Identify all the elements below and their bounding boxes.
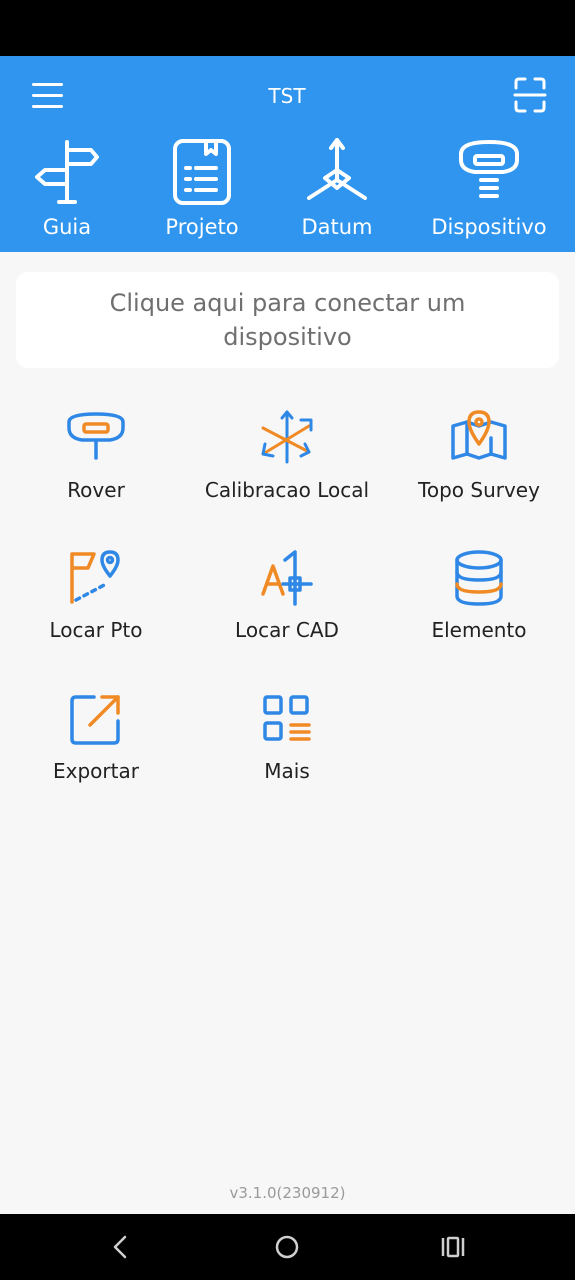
recents-icon xyxy=(441,1236,465,1258)
scan-icon xyxy=(513,77,547,113)
tile-topo-survey-label: Topo Survey xyxy=(418,478,540,502)
top-nav-projeto-label: Projeto xyxy=(165,215,239,239)
tile-rover-label: Rover xyxy=(67,478,125,502)
tile-exportar-label: Exportar xyxy=(53,759,139,783)
status-bar xyxy=(0,0,575,56)
tile-locar-pto-label: Locar Pto xyxy=(49,618,143,642)
map-pin-icon xyxy=(451,410,507,460)
top-nav-guia[interactable]: Guia xyxy=(0,136,137,248)
gnss-receiver-icon xyxy=(459,140,519,198)
app-title: TST xyxy=(268,84,306,108)
back-icon xyxy=(113,1235,127,1259)
tile-calibracao-local-label: Calibracao Local xyxy=(204,478,370,502)
app-header: TST Guia Projeto Datum Dispositivo xyxy=(0,56,575,252)
tile-elemento[interactable]: Elemento xyxy=(383,548,575,668)
tile-locar-pto[interactable]: Locar Pto xyxy=(0,548,192,668)
connect-device-card[interactable]: Clique aqui para conectar um dispositivo xyxy=(16,272,559,368)
database-icon xyxy=(455,550,503,606)
hamburger-menu-icon xyxy=(32,83,63,108)
nav-recents-button[interactable] xyxy=(433,1232,473,1262)
system-nav-bar xyxy=(0,1214,575,1280)
scan-button[interactable] xyxy=(506,74,554,116)
tile-exportar[interactable]: Exportar xyxy=(0,689,192,809)
tile-elemento-label: Elemento xyxy=(431,618,527,642)
top-nav-datum-label: Datum xyxy=(301,215,373,239)
home-icon xyxy=(275,1235,299,1259)
tile-locar-cad-label: Locar CAD xyxy=(235,618,339,642)
top-nav-dispositivo[interactable]: Dispositivo xyxy=(419,136,559,248)
stakeout-point-icon xyxy=(70,550,120,604)
top-nav-dispositivo-label: Dispositivo xyxy=(431,215,547,239)
tile-topo-survey[interactable]: Topo Survey xyxy=(383,408,575,528)
tile-rover[interactable]: Rover xyxy=(0,408,192,528)
version-label: v3.1.0(230912) xyxy=(229,1184,346,1202)
stakeout-cad-icon xyxy=(261,550,313,606)
export-icon xyxy=(70,695,120,745)
project-document-icon xyxy=(173,139,231,205)
local-calibration-icon xyxy=(261,410,313,464)
connect-device-text: Clique aqui para conectar um dispositivo xyxy=(109,289,466,351)
nav-home-button[interactable] xyxy=(267,1232,307,1262)
top-nav-datum[interactable]: Datum xyxy=(267,136,407,248)
tile-mais-label: Mais xyxy=(264,759,310,783)
tile-calibracao-local[interactable]: Calibracao Local xyxy=(191,408,383,528)
tile-mais[interactable]: Mais xyxy=(191,689,383,809)
top-nav-projeto[interactable]: Projeto xyxy=(132,136,272,248)
top-nav-guia-label: Guia xyxy=(42,215,92,239)
rover-receiver-icon xyxy=(67,412,125,460)
signpost-icon xyxy=(35,140,99,204)
menu-button[interactable] xyxy=(26,78,70,114)
tile-locar-cad[interactable]: Locar CAD xyxy=(191,548,383,668)
nav-back-button[interactable] xyxy=(101,1232,141,1262)
datum-axes-icon xyxy=(307,138,367,200)
more-grid-icon xyxy=(263,695,311,741)
